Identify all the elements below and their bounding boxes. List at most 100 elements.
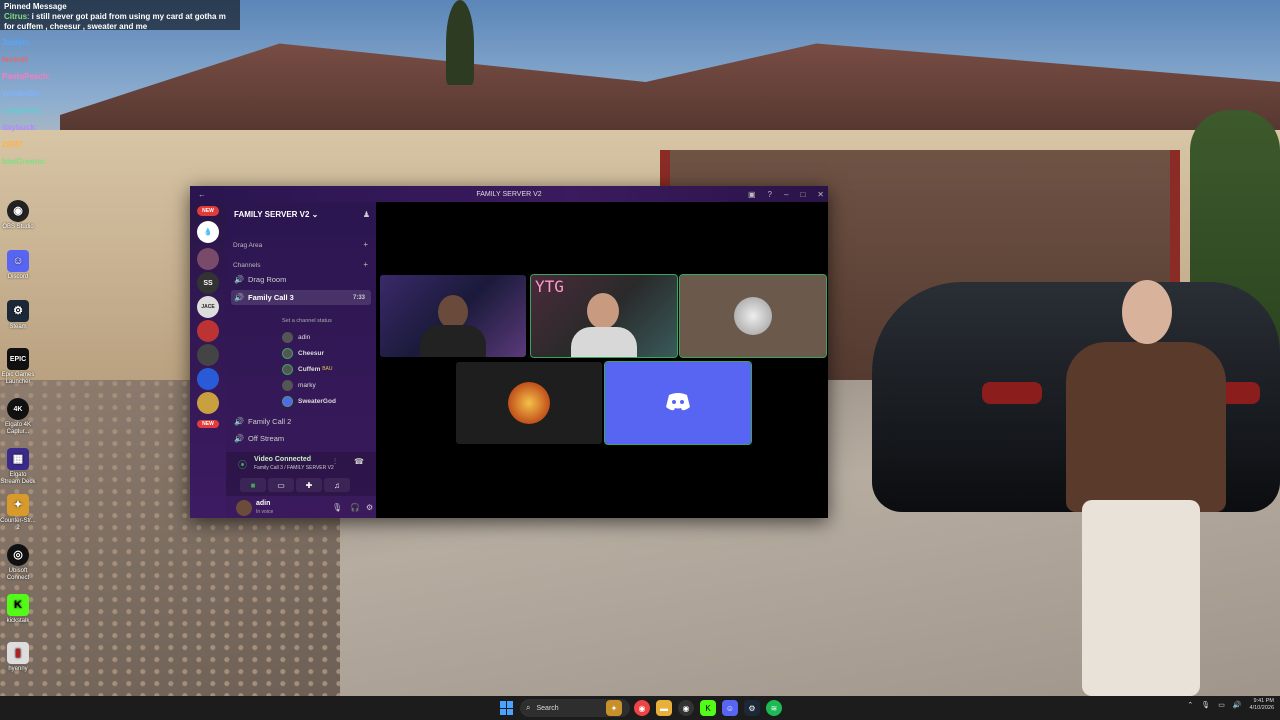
shortcut-label: hyenny bbox=[8, 666, 28, 672]
speaker-icon: 🔊 bbox=[234, 434, 244, 443]
username[interactable]: adin bbox=[256, 500, 270, 507]
minimize-icon[interactable]: – bbox=[784, 190, 788, 199]
elgato-capture-shortcut[interactable]: 4K Elgato 4K Captur... bbox=[0, 398, 36, 436]
chat-line: bbeGreens: bbox=[2, 157, 47, 166]
signal-icon: ⦿ bbox=[238, 460, 248, 470]
camera-button[interactable]: ■ bbox=[240, 478, 266, 492]
soundboard-button[interactable]: ♫ bbox=[324, 478, 350, 492]
avatar[interactable] bbox=[236, 500, 252, 516]
chat-line: 2005! bbox=[2, 140, 23, 149]
pinned-text: i still never got paid from using my car… bbox=[4, 12, 226, 31]
new-badge: NEW bbox=[197, 420, 219, 428]
activities-button[interactable]: ✚ bbox=[296, 478, 322, 492]
call-timer: 7:33 bbox=[352, 294, 365, 301]
app-icon[interactable]: ✦ bbox=[606, 700, 622, 716]
shortcut-label: kickstalk bbox=[6, 618, 30, 624]
category-drag-area[interactable]: Drag Area bbox=[233, 242, 262, 249]
video-tile[interactable] bbox=[679, 274, 827, 358]
ubisoft-shortcut[interactable]: ◎ Ubisoft Connect bbox=[0, 544, 36, 582]
participant-face bbox=[587, 293, 619, 329]
help-icon[interactable]: ? bbox=[768, 190, 772, 199]
counter-strike-shortcut[interactable]: ✦ Counter-Str... 2 bbox=[0, 494, 36, 532]
discord-shortcut[interactable]: ☺ Discord bbox=[0, 250, 36, 281]
server-icon[interactable] bbox=[197, 320, 219, 342]
avatar bbox=[282, 363, 293, 375]
chat-line: leveret bbox=[2, 55, 28, 64]
screen-share-button[interactable]: ▭ bbox=[268, 478, 294, 492]
server-icon[interactable] bbox=[197, 392, 219, 414]
discord-icon[interactable]: ☺ bbox=[722, 700, 738, 716]
steam-shortcut[interactable]: ⚙ Steam bbox=[0, 300, 36, 331]
noise-suppression-icon[interactable]: ⫶ bbox=[334, 457, 336, 467]
member-name: Cuffem bbox=[298, 365, 321, 373]
member-tag: BAU bbox=[322, 366, 333, 372]
server-icon[interactable] bbox=[197, 248, 219, 270]
epic-games-shortcut[interactable]: EPIC Epic Games Launcher bbox=[0, 348, 36, 386]
chat-lines: Jaidyn: leveret PantoPeach: yonderlin: c… bbox=[2, 38, 72, 174]
video-stage: YTG bbox=[376, 202, 828, 518]
steam-icon[interactable]: ⚙ bbox=[744, 700, 760, 716]
server-icon[interactable] bbox=[197, 344, 219, 366]
invite-icon[interactable]: ♟ bbox=[363, 210, 370, 219]
chevron-down-icon: ⌄ bbox=[311, 210, 319, 219]
server-name: FAMILY SERVER V2 bbox=[234, 210, 310, 219]
chrome-icon[interactable]: ◉ bbox=[634, 700, 650, 716]
speaker-icon: 🔊 bbox=[234, 293, 244, 302]
microphone-icon[interactable]: 🎙 bbox=[332, 503, 342, 512]
channel-name: Family Call 2 bbox=[248, 417, 292, 426]
discord-icon: ☺ bbox=[7, 250, 29, 272]
close-icon[interactable]: ✕ bbox=[817, 190, 824, 199]
shortcut-label: OBS Studio bbox=[2, 224, 34, 230]
clock[interactable]: 9:41 PM 4/10/2026 bbox=[1250, 698, 1274, 712]
video-tile[interactable] bbox=[604, 361, 752, 445]
server-ss[interactable]: SS bbox=[197, 272, 219, 294]
video-tile[interactable] bbox=[380, 275, 526, 357]
voice-channel-off-stream[interactable]: 🔊 Off Stream bbox=[231, 431, 371, 446]
stream-deck-icon: ▦ bbox=[7, 448, 29, 470]
chevron-up-icon[interactable]: ⌃ bbox=[1187, 701, 1193, 709]
inbox-icon[interactable]: ▣ bbox=[748, 190, 756, 199]
settings-gear-icon[interactable]: ⚙ bbox=[366, 503, 373, 512]
hyenny-shortcut[interactable]: ▮ hyenny bbox=[0, 642, 36, 673]
shortcut-label: Counter-Str... 2 bbox=[0, 518, 36, 531]
headphones-icon[interactable]: 🎧 bbox=[350, 503, 360, 512]
add-channel-icon[interactable]: + bbox=[363, 240, 368, 249]
maximize-icon[interactable]: □ bbox=[800, 190, 805, 199]
stream-deck-shortcut[interactable]: ▦ Elgato Stream Deck bbox=[0, 448, 36, 486]
volume-icon[interactable]: 🔊 bbox=[1233, 701, 1242, 709]
channel-name: Drag Room bbox=[248, 275, 287, 284]
member-name: adin bbox=[298, 333, 311, 341]
server-rail: NEW 💧 SS JACE NEW bbox=[190, 202, 226, 518]
video-tile[interactable]: YTG bbox=[530, 274, 678, 358]
voice-status-subtitle[interactable]: Family Call 3 / FAMILY SERVER V2 bbox=[254, 465, 334, 471]
category-channels[interactable]: Channels bbox=[233, 262, 260, 269]
voice-status-title[interactable]: Video Connected bbox=[254, 456, 311, 463]
kick-icon[interactable]: K bbox=[700, 700, 716, 716]
spotify-icon[interactable]: ≋ bbox=[766, 700, 782, 716]
title-bar: ← FAMILY SERVER V2 ▣ ? – □ ✕ bbox=[190, 186, 828, 202]
file-explorer-icon[interactable]: ▬ bbox=[656, 700, 672, 716]
member-name: marky bbox=[298, 381, 316, 389]
cypress-tree bbox=[446, 0, 474, 85]
kickstalk-shortcut[interactable]: Kkickstalk bbox=[0, 594, 36, 625]
disconnect-icon[interactable]: ☎ bbox=[354, 457, 364, 466]
obs-studio-shortcut[interactable]: ◉ OBS Studio bbox=[0, 200, 36, 231]
voice-channel-drag-room[interactable]: 🔊 Drag Room bbox=[231, 272, 371, 287]
search-label: Search bbox=[536, 704, 559, 712]
voice-channel-family-call-2[interactable]: 🔊 Family Call 2 bbox=[231, 414, 371, 429]
window-title: FAMILY SERVER V2 bbox=[476, 190, 542, 198]
windows-start-icon[interactable] bbox=[500, 701, 514, 715]
server-jace[interactable]: JACE bbox=[197, 296, 219, 318]
video-tile[interactable] bbox=[456, 362, 602, 444]
network-icon[interactable]: ▭ bbox=[1218, 701, 1225, 709]
channel-status[interactable]: Set a channel status bbox=[282, 318, 332, 324]
taskbar: ⌕ Search ✦ ◉ ▬ ◉ K ☺ ⚙ ≋ ⌃ 🎙 ▭ 🔊 9:41 PM … bbox=[0, 696, 1280, 720]
server-icon[interactable] bbox=[197, 368, 219, 390]
voice-channel-family-call-3[interactable]: 🔊 Family Call 3 7:33 bbox=[231, 290, 371, 305]
water-drop-server-icon[interactable]: 💧 bbox=[197, 221, 219, 243]
microphone-icon[interactable]: 🎙 bbox=[1201, 701, 1210, 709]
obs-icon[interactable]: ◉ bbox=[678, 700, 694, 716]
add-channel-icon[interactable]: + bbox=[363, 260, 368, 269]
avatar bbox=[282, 331, 293, 343]
server-name-button[interactable]: FAMILY SERVER V2 ⌄ bbox=[234, 210, 318, 219]
